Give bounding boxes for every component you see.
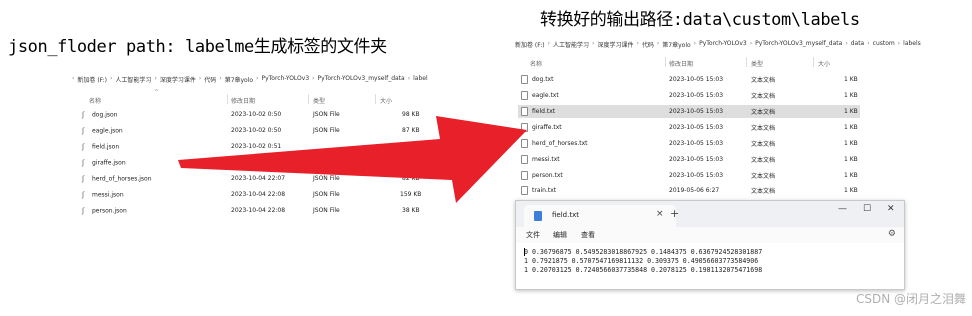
arrow-shape (178, 116, 527, 203)
red-arrow (178, 116, 527, 203)
watermark: CSDN @闭月之泪舞 (855, 292, 966, 306)
